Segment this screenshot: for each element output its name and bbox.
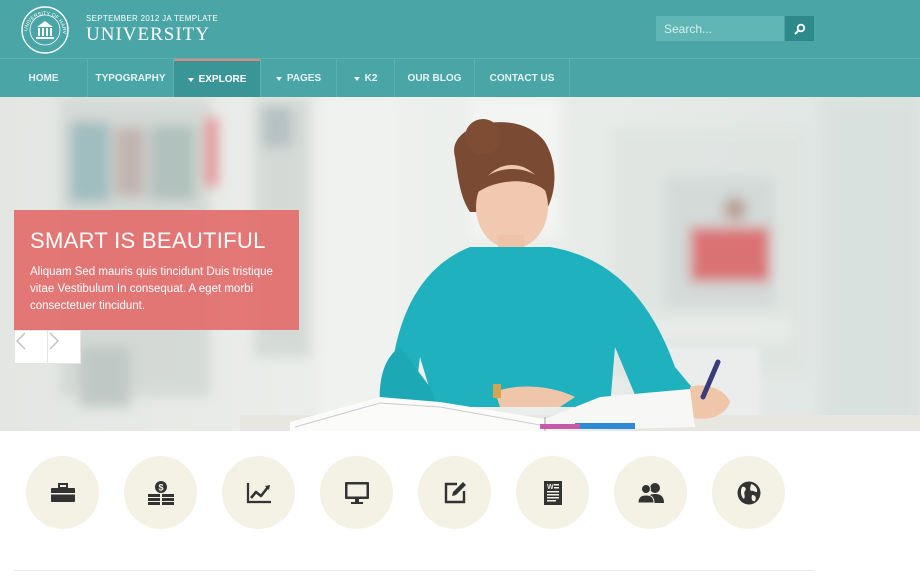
university-seal-logo[interactable]: UNIVERSITY OF HARVERDE: [20, 5, 70, 55]
feature-monitor[interactable]: [320, 456, 393, 529]
users-icon: [636, 482, 664, 503]
slider-next-button[interactable]: [47, 330, 81, 364]
feature-users[interactable]: [614, 456, 687, 529]
feature-document[interactable]: W: [516, 456, 589, 529]
nav-item-label: HOME: [28, 73, 59, 84]
section-divider: [14, 570, 814, 571]
feature-icons-row: $ W: [0, 431, 920, 580]
feature-briefcase[interactable]: [26, 456, 99, 529]
caret-down-icon: [353, 76, 360, 81]
brand-title[interactable]: UNIVERSITY: [86, 24, 210, 46]
nav-item-label: OUR BLOG: [407, 73, 462, 84]
feature-edit[interactable]: [418, 456, 491, 529]
nav-item-k2[interactable]: K2: [337, 59, 395, 98]
monitor-icon: [344, 481, 369, 504]
money-icon: $: [147, 480, 174, 505]
edit-icon: [444, 481, 466, 503]
nav-item-label: TYPOGRAPHY: [95, 73, 166, 84]
nav-item-contact-us[interactable]: CONTACT US: [475, 59, 570, 98]
nav-item-label: EXPLORE: [198, 74, 247, 85]
nav-item-our-blog[interactable]: OUR BLOG: [395, 59, 475, 98]
hero-slider: SMART IS BEAUTIFUL Aliquam Sed mauris qu…: [0, 97, 920, 431]
document-icon: W: [543, 480, 562, 505]
feature-money[interactable]: $: [124, 456, 197, 529]
feature-chart[interactable]: [222, 456, 295, 529]
nav-item-pages[interactable]: PAGES: [261, 59, 337, 98]
globe-icon: [737, 481, 760, 504]
main-navigation: HOME TYPOGRAPHY EXPLORE PAGES K2 OUR BLO…: [0, 58, 920, 98]
line-chart-icon: [246, 482, 271, 503]
nav-item-typography[interactable]: TYPOGRAPHY: [88, 59, 174, 98]
search-input[interactable]: [656, 16, 784, 41]
nav-item-home[interactable]: HOME: [0, 59, 88, 98]
site-header: UNIVERSITY OF HARVERDE SEPTEMBER 2012 JA…: [0, 0, 920, 58]
slide-title: SMART IS BEAUTIFUL: [30, 228, 266, 253]
slide-description: Aliquam Sed mauris quis tincidunt Duis t…: [30, 266, 273, 312]
svg-text:$: $: [158, 482, 163, 492]
slider-prev-button[interactable]: [14, 330, 48, 364]
svg-text:W: W: [547, 484, 554, 491]
slide-caption: SMART IS BEAUTIFUL Aliquam Sed mauris qu…: [14, 210, 299, 330]
nav-item-label: CONTACT US: [489, 73, 555, 84]
chevron-left-icon: [16, 332, 26, 350]
caret-down-icon: [275, 76, 282, 81]
brand-subtitle: SEPTEMBER 2012 JA TEMPLATE: [86, 14, 218, 23]
briefcase-icon: [50, 482, 75, 502]
nav-item-explore[interactable]: EXPLORE: [174, 59, 261, 98]
caret-down-icon: [187, 77, 194, 82]
feature-globe[interactable]: [712, 456, 785, 529]
chevron-right-icon: [49, 332, 59, 350]
search-icon: [794, 23, 805, 34]
search-button[interactable]: [785, 16, 814, 41]
nav-item-label: K2: [364, 73, 378, 84]
nav-item-label: PAGES: [286, 73, 322, 84]
